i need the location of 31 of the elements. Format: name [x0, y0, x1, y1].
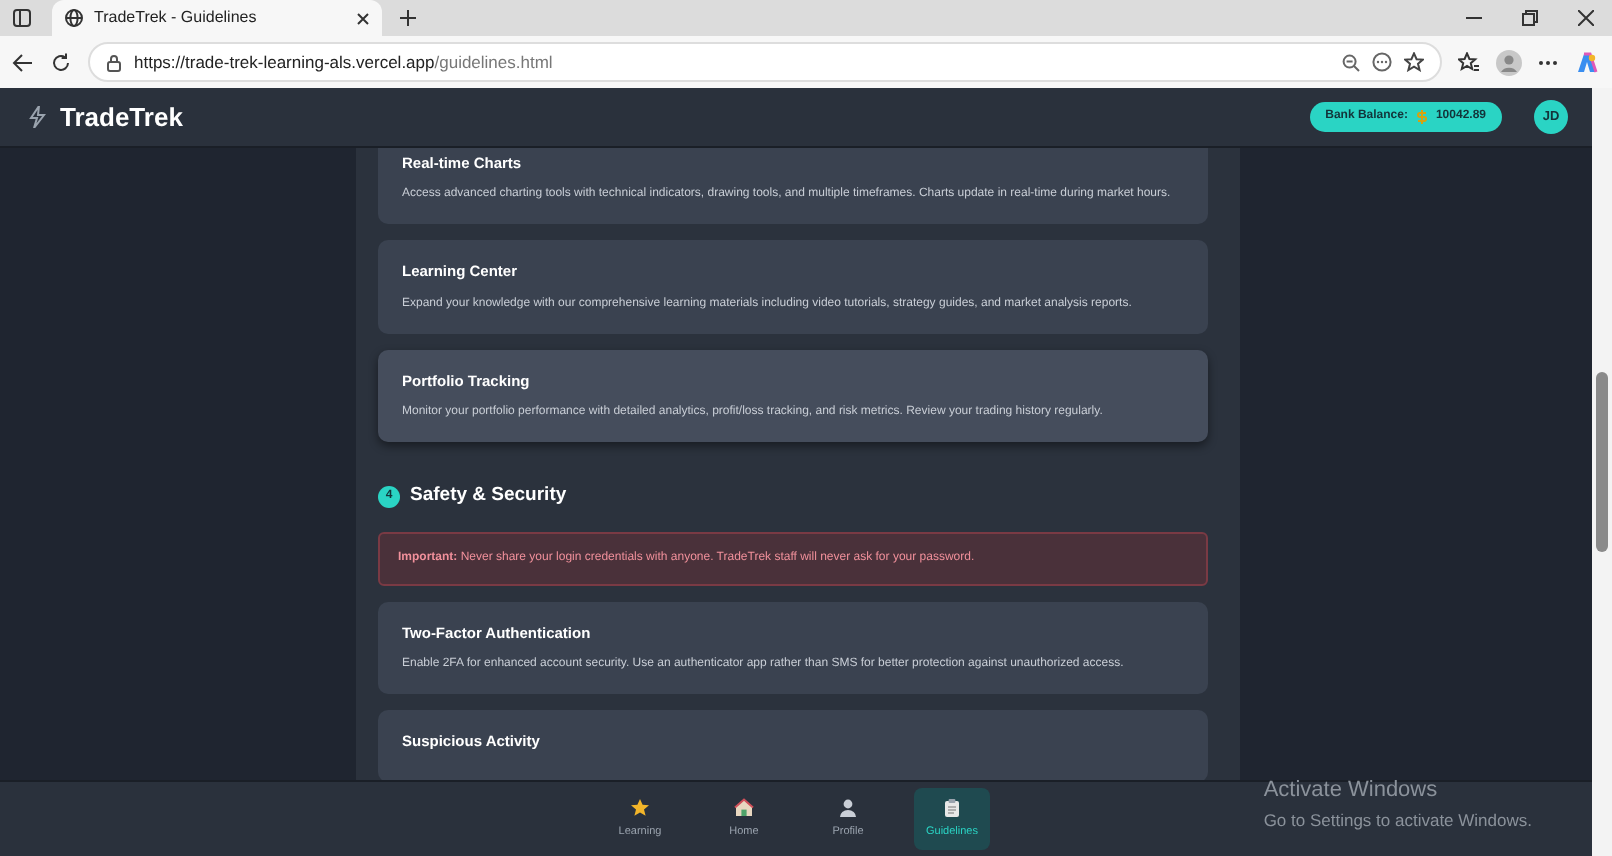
person-icon — [838, 797, 858, 818]
star-icon — [630, 797, 650, 818]
browser-tab[interactable]: TradeTrek - Guidelines — [52, 0, 382, 36]
more-icon[interactable] — [1538, 59, 1558, 65]
tab-actions-icon[interactable] — [12, 8, 32, 28]
new-tab-icon[interactable] — [398, 8, 418, 28]
restore-icon[interactable] — [1522, 10, 1538, 26]
house-icon — [734, 797, 754, 818]
lightning-icon — [28, 106, 46, 128]
copilot-icon[interactable] — [1574, 49, 1600, 75]
tab-title: TradeTrek - Guidelines — [94, 6, 259, 30]
star-outline-icon[interactable] — [1404, 52, 1424, 72]
address-field[interactable]: https://trade-trek-learning-als.vercel.app/guidelines.html — [88, 42, 1442, 82]
zoom-out-icon[interactable] — [1342, 53, 1360, 71]
dollar-icon — [1415, 110, 1428, 124]
section-title: Safety & Security — [410, 482, 567, 511]
close-window-icon[interactable] — [1578, 10, 1594, 26]
activation-notice: Go to Settings to activate Windows. — [1263, 807, 1532, 833]
profile-avatar-icon[interactable] — [1496, 49, 1522, 75]
clipboard-icon — [942, 797, 962, 818]
favorites-icon[interactable] — [1458, 52, 1480, 72]
more-circle-icon[interactable] — [1372, 52, 1392, 72]
globe-icon — [64, 8, 84, 28]
close-icon[interactable] — [356, 11, 370, 25]
activation-title: Activate Windows — [1263, 776, 1440, 806]
scrollbar[interactable] — [1592, 88, 1612, 856]
lock-icon — [106, 53, 122, 71]
refresh-icon[interactable] — [50, 51, 72, 73]
url-text: https://trade-trek-learning-als.vercel.app/guidelines.html — [134, 49, 555, 75]
app-title[interactable]: TradeTrek — [60, 97, 183, 137]
back-icon[interactable] — [12, 51, 34, 73]
